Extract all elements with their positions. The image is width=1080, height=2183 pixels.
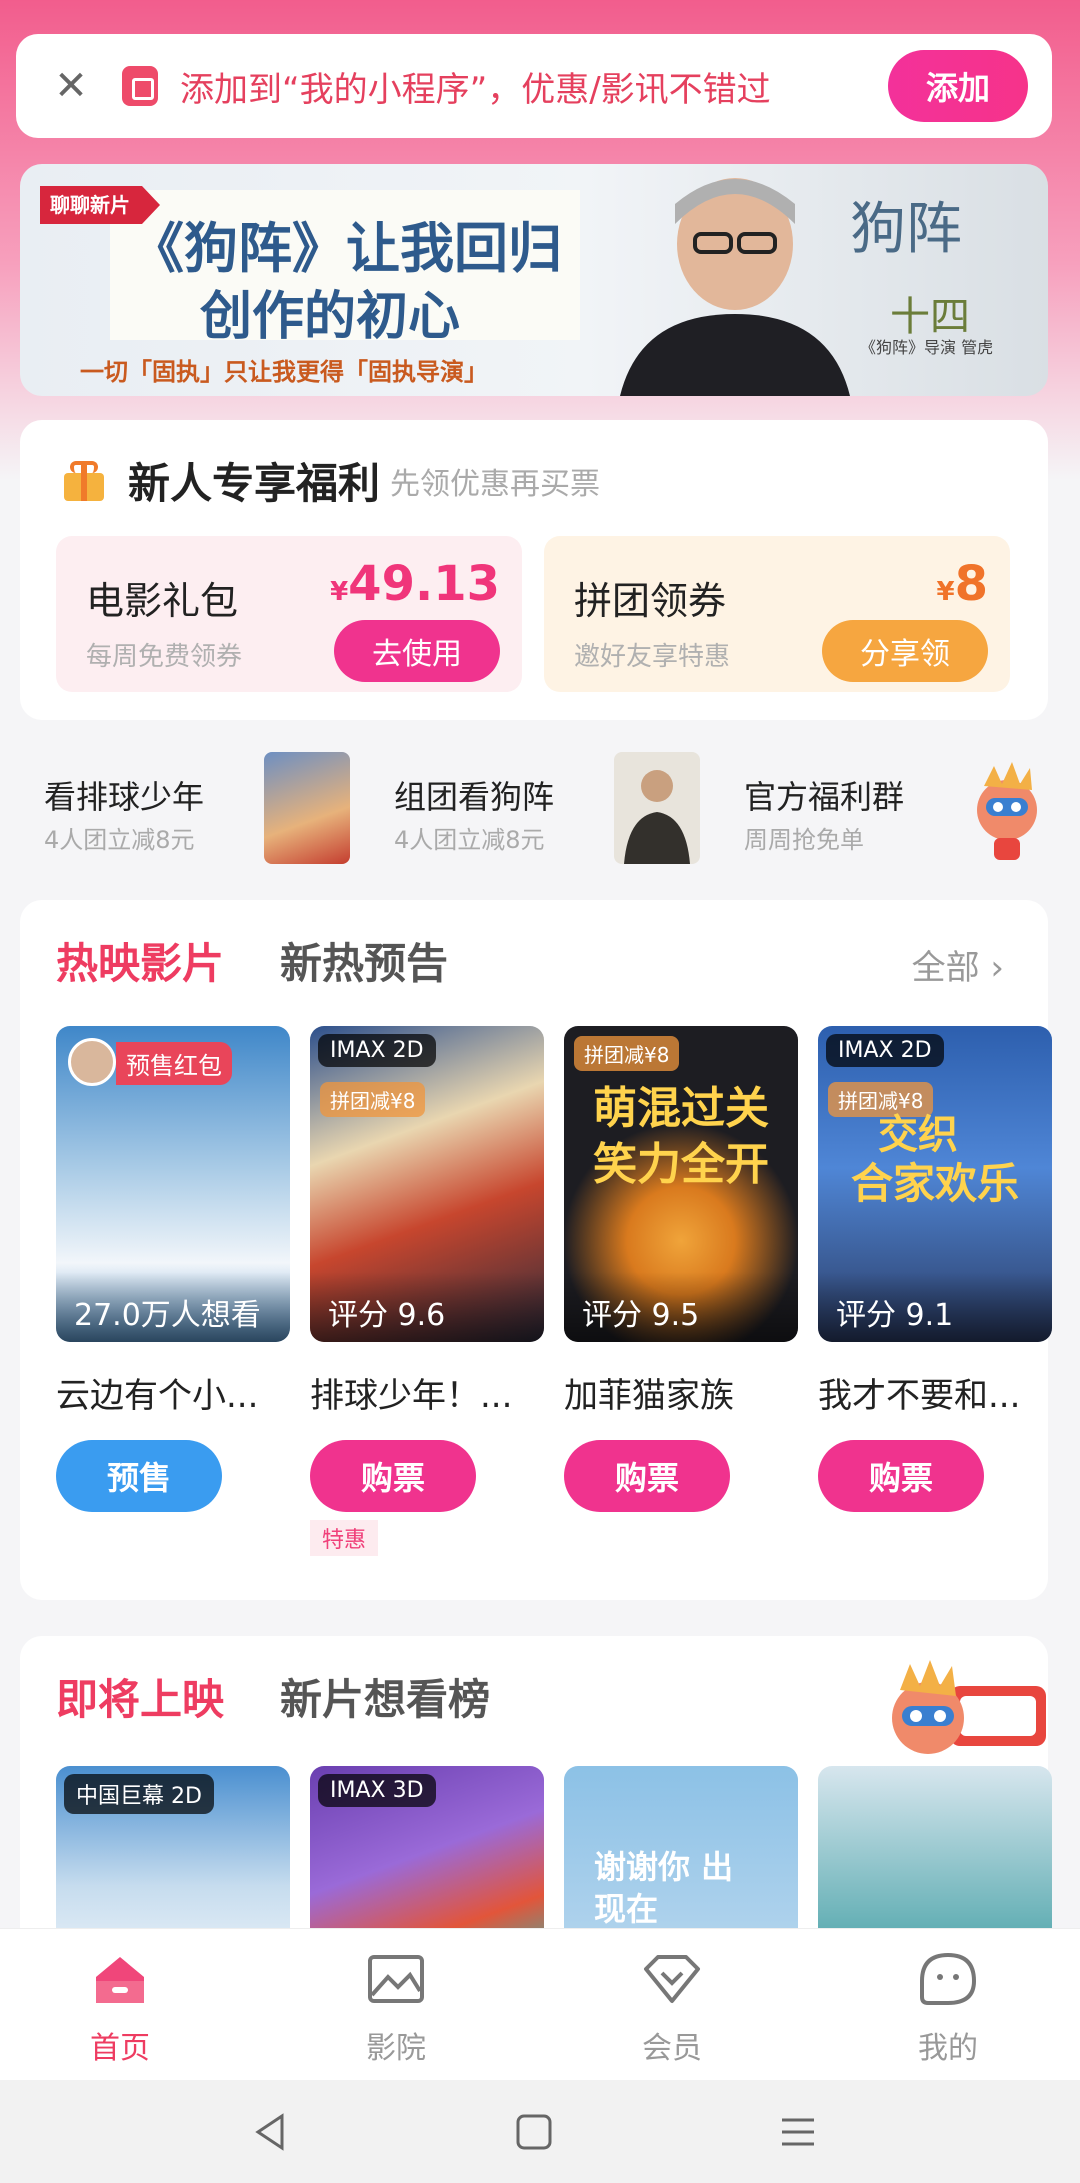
promo-thumbnail xyxy=(264,752,350,864)
movie-poster[interactable]: IMAX 2D 拼团减¥8 评分 9.6 xyxy=(310,1026,544,1342)
rating: 评分 9.6 xyxy=(310,1272,544,1342)
rating: 评分 9.1 xyxy=(818,1272,1052,1342)
promo-title: 组团看狗阵 xyxy=(394,778,555,816)
banner-calligraphy: 狗阵 xyxy=(850,197,962,262)
coupon-sub: 每周免费领券 xyxy=(86,642,243,672)
poster-text: 萌混过关 xyxy=(593,1083,769,1134)
nav-home[interactable]: 首页 xyxy=(40,1951,200,2067)
promo-sub: 4人团立减8元 xyxy=(44,826,195,854)
avatar xyxy=(68,1038,116,1086)
home-icon xyxy=(96,1957,144,2003)
promo-title: 官方福利群 xyxy=(744,778,905,816)
nav-cinema[interactable]: 影院 xyxy=(316,1951,476,2067)
movie-title[interactable]: 云边有个小... xyxy=(56,1368,290,1417)
movie-poster[interactable]: 拼团减¥8 萌混过关 笑力全开 评分 9.5 xyxy=(564,1026,798,1342)
mascot-floating-badge[interactable] xyxy=(880,1656,1050,1776)
mini-program-icon xyxy=(122,66,158,106)
profile-icon xyxy=(920,1952,977,2005)
add-mini-program-bar: ✕ 添加到“我的小程序”，优惠/影讯不错过 添加 xyxy=(16,34,1052,138)
coupon-price: ¥49.13 xyxy=(330,556,500,612)
poster-text: 合家欢乐 xyxy=(850,1159,1019,1208)
tab-coming-soon[interactable]: 即将上映 xyxy=(56,1666,224,1727)
promo-sub: 周周抢免单 xyxy=(744,826,864,854)
movie-poster[interactable]: IMAX 2D 拼团减¥8 交织 合家欢乐 评分 9.1 xyxy=(818,1026,1052,1342)
group-discount-badge: 拼团减¥8 xyxy=(320,1082,426,1117)
menu-icon[interactable] xyxy=(776,2110,820,2154)
promo-item-haikyuu[interactable]: 看排球少年 4人团立减8元 xyxy=(20,746,360,868)
promo-thumbnail xyxy=(614,752,700,864)
banner-calligraphy-small: 《狗阵》导演 管虎 xyxy=(860,338,994,357)
format-badge: IMAX 2D xyxy=(826,1034,944,1067)
tab-trailers[interactable]: 新热预告 xyxy=(280,930,448,991)
coupon-title: 电影礼包 xyxy=(86,579,239,623)
back-icon[interactable] xyxy=(248,2110,292,2154)
banner-subline: 一切「固执」只让我更得「固执导演」 xyxy=(80,358,488,386)
nav-member[interactable]: 会员 xyxy=(592,1951,752,2067)
buy-ticket-button[interactable]: 购票 xyxy=(564,1440,730,1512)
movie-title[interactable]: 加菲猫家族 xyxy=(564,1368,798,1417)
nav-profile[interactable]: 我的 xyxy=(868,1951,1028,2067)
gift-icon xyxy=(62,460,106,501)
coupon-title: 拼团领券 xyxy=(574,579,727,623)
promo-title: 看排球少年 xyxy=(44,778,205,816)
promo-item-welfare-group[interactable]: 官方福利群 周周抢免单 xyxy=(720,746,1060,868)
nav-label: 首页 xyxy=(90,2031,150,2066)
banner-headline-1: 《狗阵》让我回归 xyxy=(130,217,562,280)
format-badge: 中国巨幕 2D xyxy=(64,1774,214,1814)
new-user-welfare-card: 新人专享福利 先领优惠再买票 电影礼包 每周免费领券 ¥49.13 去使用 拼团… xyxy=(20,420,1048,720)
presale-button[interactable]: 预售 xyxy=(56,1440,222,1512)
now-showing-tabs: 热映影片 新热预告 xyxy=(56,930,504,991)
coupon-movie-gift[interactable]: 电影礼包 每周免费领券 ¥49.13 去使用 xyxy=(56,536,522,692)
promo-sub: 4人团立减8元 xyxy=(394,826,545,854)
welfare-title: 新人专享福利 xyxy=(128,459,381,508)
tab-now-showing[interactable]: 热映影片 xyxy=(56,930,224,991)
cinema-icon xyxy=(368,1955,424,2003)
welfare-subtitle: 先领优惠再买票 xyxy=(390,466,601,502)
format-badge: IMAX 2D xyxy=(318,1034,436,1067)
rating: 评分 9.5 xyxy=(564,1272,798,1342)
promo-item-dog-pack[interactable]: 组团看狗阵 4人团立减8元 xyxy=(370,746,710,868)
presale-red-packet-badge: 预售红包 xyxy=(116,1042,232,1085)
poster-text: 谢谢你 出现在 xyxy=(594,1848,734,1928)
want-to-see-count: 27.0万人想看 xyxy=(56,1272,290,1342)
tooltip-pointer xyxy=(856,48,892,70)
coupon-price: ¥8 xyxy=(936,556,989,612)
nav-label: 我的 xyxy=(918,2031,978,2066)
promo-banner[interactable]: 聊聊新片 《狗阵》让我回归 创作的初心 一切「固执」只让我更得「固执导演」 狗阵… xyxy=(20,164,1048,396)
use-coupon-button[interactable]: 去使用 xyxy=(334,620,500,682)
chevron-right-icon: › xyxy=(990,948,1004,988)
add-bar-text: 添加到“我的小程序”，优惠/影讯不错过 xyxy=(180,69,771,110)
tab-most-anticipated[interactable]: 新片想看榜 xyxy=(280,1666,490,1727)
coupon-sub: 邀好友享特惠 xyxy=(574,642,731,672)
format-badge: IMAX 3D xyxy=(318,1774,436,1807)
system-nav-bar xyxy=(0,2080,1080,2183)
group-discount-badge: 拼团减¥8 xyxy=(574,1036,680,1071)
bottom-nav: 首页 影院 会员 我的 xyxy=(0,1928,1080,2080)
special-offer-tag: 特惠 xyxy=(310,1520,379,1556)
buy-ticket-button[interactable]: 购票 xyxy=(310,1440,476,1512)
movie-title[interactable]: 我才不要和... xyxy=(818,1368,1052,1417)
director-portrait xyxy=(620,178,850,396)
coupon-group-buy[interactable]: 拼团领券 邀好友享特惠 ¥8 分享领 xyxy=(544,536,1010,692)
member-diamond-icon xyxy=(644,1955,700,2003)
share-coupon-button[interactable]: 分享领 xyxy=(822,620,988,682)
movie-poster[interactable]: 预售红包 27.0万人想看 xyxy=(56,1026,290,1342)
nav-label: 影院 xyxy=(366,2031,426,2066)
nav-label: 会员 xyxy=(642,2031,702,2066)
view-all-link[interactable]: 全部 › xyxy=(912,940,1004,989)
buy-ticket-button[interactable]: 购票 xyxy=(818,1440,984,1512)
add-button[interactable]: 添加 xyxy=(888,50,1028,122)
close-icon[interactable]: ✕ xyxy=(46,63,96,109)
welfare-header: 新人专享福利 先领优惠再买票 xyxy=(62,450,600,511)
banner-headline-2: 创作的初心 xyxy=(200,287,461,347)
home-square-icon[interactable] xyxy=(512,2110,556,2154)
upcoming-tabs: 即将上映 新片想看榜 xyxy=(56,1666,546,1727)
mascot-icon xyxy=(977,762,1037,860)
movie-title[interactable]: 排球少年！... xyxy=(310,1368,544,1417)
poster-text: 笑力全开 xyxy=(593,1139,769,1190)
now-showing-card: 热映影片 新热预告 全部 › 预售红包 27.0万人想看 IMAX 2D 拼团减… xyxy=(20,900,1052,1600)
